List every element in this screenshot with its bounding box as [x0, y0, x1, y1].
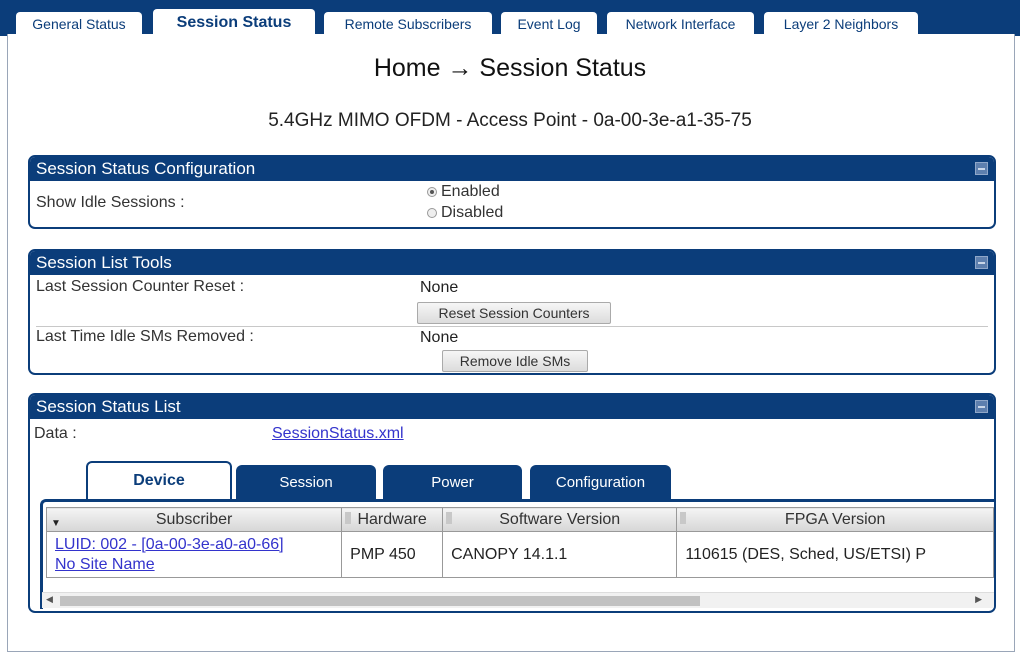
divider [36, 326, 988, 327]
subtab-configuration[interactable]: Configuration [530, 465, 671, 499]
radio-enabled-icon[interactable] [427, 187, 437, 197]
tab-remote-subscribers[interactable]: Remote Subscribers [322, 10, 494, 36]
tab-session-status[interactable]: Session Status [151, 7, 317, 36]
column-header-software-version[interactable]: Software Version [442, 507, 678, 532]
session-list-header: Session Status List [30, 395, 994, 419]
cell-subscriber: LUID: 002 - [0a-00-3e-a0-a0-66] No Site … [45, 531, 343, 578]
sort-icon[interactable] [345, 512, 352, 524]
remove-idle-sms-button[interactable]: Remove Idle SMs [442, 350, 588, 372]
session-list-title: Session Status List [36, 397, 181, 416]
tab-event-log[interactable]: Event Log [499, 10, 599, 36]
collapse-icon[interactable] [975, 162, 988, 175]
horizontal-scrollbar[interactable]: ◀ ▶ [42, 592, 994, 608]
table-header-row: ▼ Subscriber Hardware Software Version F… [45, 507, 994, 532]
sort-down-icon[interactable]: ▼ [51, 518, 61, 529]
idle-removed-label: Last Time Idle SMs Removed : [36, 328, 254, 345]
sort-icon[interactable] [446, 512, 453, 524]
session-list-panel: Session Status List Data : SessionStatus… [28, 393, 996, 613]
session-config-header: Session Status Configuration [30, 157, 994, 181]
scrollbar-thumb[interactable] [60, 596, 700, 606]
column-label: FPGA Version [784, 510, 886, 528]
session-config-panel: Session Status Configuration Show Idle S… [28, 155, 996, 229]
collapse-icon[interactable] [975, 400, 988, 413]
session-config-title: Session Status Configuration [36, 159, 256, 178]
data-label: Data : [34, 425, 77, 442]
device-description: 5.4GHz MIMO OFDM - Access Point - 0a-00-… [268, 110, 752, 131]
tab-network-interface[interactable]: Network Interface [605, 10, 756, 36]
show-idle-sessions-label: Show Idle Sessions : [36, 194, 185, 211]
cell-software-version: CANOPY 14.1.1 [442, 531, 678, 578]
page-title: Home → Session Status [373, 54, 647, 82]
cell-fpga-version: 110615 (DES, Sched, US/ETSI) P [676, 531, 994, 578]
radio-disabled-icon[interactable] [427, 208, 437, 218]
session-tools-panel: Session List Tools Last Session Counter … [28, 249, 996, 375]
tab-general-status[interactable]: General Status [14, 10, 144, 36]
subscriber-luid-link[interactable]: LUID: 002 - [0a-00-3e-a0-a0-66] [55, 535, 333, 555]
idle-removed-value: None [420, 329, 459, 346]
subtab-power[interactable]: Power [383, 465, 522, 499]
radio-enabled-label: Enabled [441, 183, 500, 200]
radio-disabled[interactable]: Disabled [427, 204, 503, 222]
tab-layer2-neighbors[interactable]: Layer 2 Neighbors [762, 10, 920, 36]
radio-enabled[interactable]: Enabled [427, 183, 500, 201]
scroll-left-icon[interactable]: ◀ [46, 594, 53, 605]
sort-icon[interactable] [680, 512, 687, 524]
session-tools-title: Session List Tools [36, 253, 172, 272]
column-label: Hardware [357, 510, 427, 528]
session-tools-header: Session List Tools [30, 251, 994, 275]
column-header-fpga-version[interactable]: FPGA Version [676, 507, 994, 532]
counter-reset-value: None [420, 279, 459, 296]
session-table: ▼ Subscriber Hardware Software Version F… [45, 507, 994, 578]
subtab-session[interactable]: Session [236, 465, 376, 499]
counter-reset-label: Last Session Counter Reset : [36, 278, 245, 295]
column-header-hardware[interactable]: Hardware [341, 507, 444, 532]
table-row: LUID: 002 - [0a-00-3e-a0-a0-66] No Site … [45, 531, 994, 578]
subscriber-site-link[interactable]: No Site Name [55, 555, 333, 575]
column-label: Software Version [499, 510, 621, 528]
column-label: Subscriber [155, 510, 233, 528]
radio-disabled-label: Disabled [441, 204, 504, 221]
reset-session-counters-button[interactable]: Reset Session Counters [417, 302, 611, 324]
subtab-device[interactable]: Device [86, 461, 232, 499]
cell-hardware: PMP 450 [341, 531, 444, 578]
session-status-xml-link[interactable]: SessionStatus.xml [272, 425, 404, 443]
collapse-icon[interactable] [975, 256, 988, 269]
scroll-right-icon[interactable]: ▶ [975, 594, 982, 605]
column-header-subscriber[interactable]: ▼ Subscriber [45, 507, 343, 532]
